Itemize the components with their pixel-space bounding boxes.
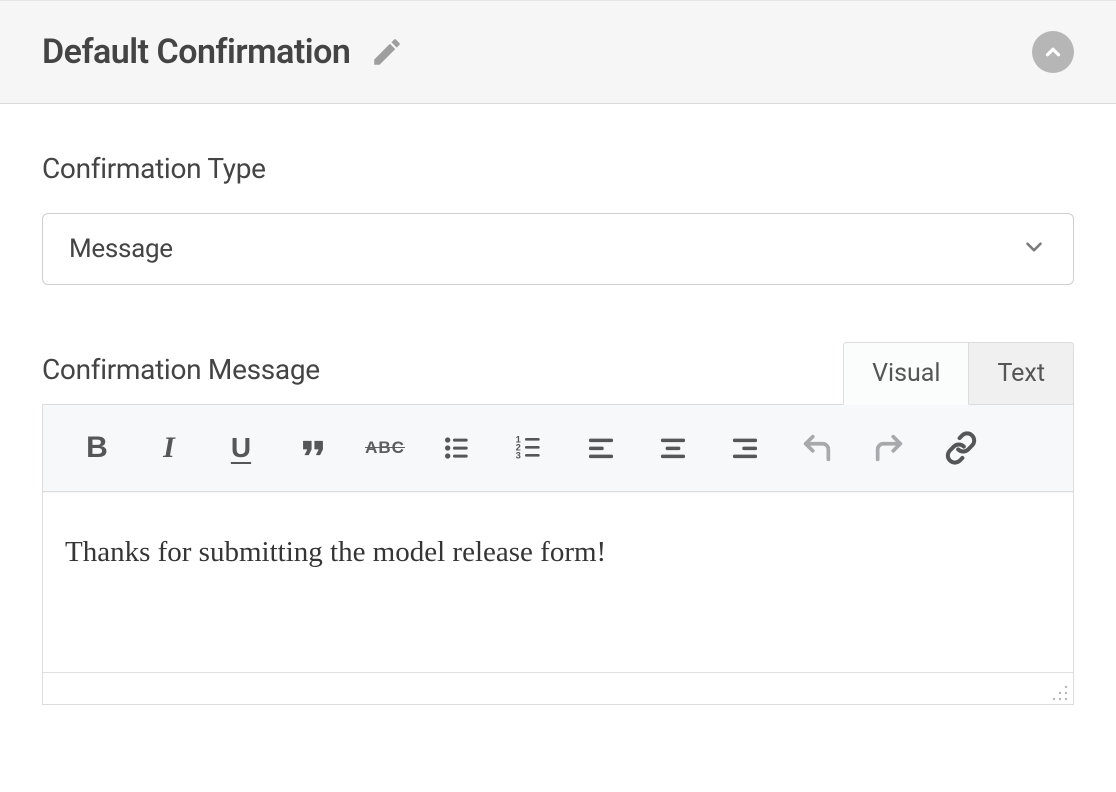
undo-button[interactable] bbox=[781, 419, 853, 477]
panel-body: Confirmation Type Message Confirmation M… bbox=[0, 104, 1116, 715]
svg-text:3: 3 bbox=[516, 451, 521, 461]
panel-title: Default Confirmation bbox=[42, 32, 350, 72]
rich-text-editor: B I U ABC 123 bbox=[42, 404, 1074, 705]
align-left-button[interactable] bbox=[565, 419, 637, 477]
tab-visual[interactable]: Visual bbox=[843, 342, 969, 405]
editor-statusbar bbox=[43, 672, 1073, 704]
underline-button[interactable]: U bbox=[205, 419, 277, 477]
confirmation-type-select[interactable]: Message bbox=[42, 213, 1074, 285]
pencil-icon[interactable] bbox=[370, 35, 404, 69]
panel-header[interactable]: Default Confirmation bbox=[0, 0, 1116, 104]
numbered-list-button[interactable]: 123 bbox=[493, 419, 565, 477]
numbered-list-icon: 123 bbox=[513, 432, 545, 464]
confirmation-panel: Default Confirmation Confirmation Type M… bbox=[0, 0, 1116, 715]
undo-icon bbox=[800, 431, 834, 465]
confirmation-message-field: Confirmation Message Visual Text B I U A… bbox=[42, 341, 1074, 705]
link-icon bbox=[944, 431, 978, 465]
blockquote-icon bbox=[296, 431, 330, 465]
chevron-down-icon bbox=[1021, 234, 1047, 264]
strikethrough-icon: ABC bbox=[365, 438, 405, 458]
editor-toolbar: B I U ABC 123 bbox=[43, 405, 1073, 492]
bold-icon: B bbox=[86, 431, 108, 465]
chevron-up-icon bbox=[1042, 41, 1064, 63]
underline-icon: U bbox=[231, 432, 251, 464]
align-center-icon bbox=[657, 432, 689, 464]
strikethrough-button[interactable]: ABC bbox=[349, 419, 421, 477]
link-button[interactable] bbox=[925, 419, 997, 477]
bullet-list-icon bbox=[441, 432, 473, 464]
redo-button[interactable] bbox=[853, 419, 925, 477]
redo-icon bbox=[872, 431, 906, 465]
align-left-icon bbox=[585, 432, 617, 464]
confirmation-type-label: Confirmation Type bbox=[42, 152, 1074, 185]
collapse-button[interactable] bbox=[1032, 31, 1074, 73]
resize-handle-icon[interactable] bbox=[1051, 684, 1069, 702]
italic-button[interactable]: I bbox=[133, 419, 205, 477]
italic-icon: I bbox=[163, 431, 175, 465]
confirmation-type-field: Confirmation Type Message bbox=[42, 152, 1074, 285]
blockquote-button[interactable] bbox=[277, 419, 349, 477]
confirmation-type-value: Message bbox=[69, 234, 173, 264]
editor-tabs: Visual Text bbox=[843, 341, 1074, 404]
tab-text[interactable]: Text bbox=[969, 342, 1074, 405]
align-center-button[interactable] bbox=[637, 419, 709, 477]
bullet-list-button[interactable] bbox=[421, 419, 493, 477]
align-right-icon bbox=[729, 432, 761, 464]
editor-content[interactable]: Thanks for submitting the model release … bbox=[43, 492, 1073, 672]
confirmation-message-label: Confirmation Message bbox=[42, 353, 320, 386]
align-right-button[interactable] bbox=[709, 419, 781, 477]
bold-button[interactable]: B bbox=[61, 419, 133, 477]
